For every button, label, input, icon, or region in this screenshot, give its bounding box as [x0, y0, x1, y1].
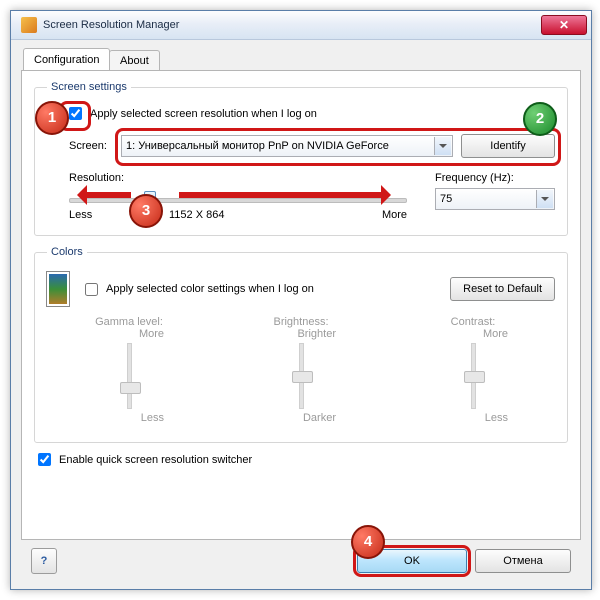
cancel-button[interactable]: Отмена — [475, 549, 571, 573]
screen-dropdown-value: 1: Универсальный монитор PnP on NVIDIA G… — [126, 140, 389, 152]
colors-legend: Colors — [47, 246, 87, 258]
brightness-slider: Brightness: Brighter Darker — [266, 316, 336, 424]
resolution-value: 1152 X 864 — [169, 209, 224, 221]
screen-dropdown[interactable]: 1: Универсальный монитор PnP on NVIDIA G… — [121, 135, 453, 157]
tab-panel: Screen settings Apply selected screen re… — [21, 70, 581, 540]
frequency-value: 75 — [440, 193, 452, 205]
annotation-2: 2 — [523, 102, 557, 136]
colors-group: Colors Apply selected color settings whe… — [34, 246, 568, 443]
reset-default-button[interactable]: Reset to Default — [450, 277, 555, 301]
tabstrip: Configuration About — [21, 48, 581, 70]
slider-more: More — [382, 209, 407, 221]
annotation-3: 3 — [129, 194, 163, 228]
gamma-slider: Gamma level: More Less — [94, 316, 164, 424]
slider-less: Less — [69, 209, 92, 221]
screen-settings-group: Screen settings Apply selected screen re… — [34, 81, 568, 236]
frequency-label: Frequency (Hz): — [435, 172, 555, 184]
screen-label: Screen: — [69, 140, 113, 152]
tab-configuration[interactable]: Configuration — [23, 48, 110, 70]
identify-button[interactable]: Identify — [461, 134, 555, 158]
tab-about[interactable]: About — [109, 50, 160, 70]
resolution-label: Resolution: — [69, 172, 427, 184]
window-title: Screen Resolution Manager — [43, 19, 541, 31]
chevron-down-icon — [434, 137, 451, 155]
screen-settings-legend: Screen settings — [47, 81, 131, 93]
frequency-dropdown[interactable]: 75 — [435, 188, 555, 210]
annotation-4: 4 — [351, 525, 385, 559]
chevron-down-icon — [536, 190, 553, 208]
apply-resolution-label: Apply selected screen resolution when I … — [90, 108, 317, 120]
dialog-footer: ? 4 OK Отмена — [21, 540, 581, 582]
resolution-slider[interactable] — [69, 198, 407, 203]
quick-switcher-checkbox[interactable] — [38, 453, 51, 466]
apply-resolution-checkbox[interactable] — [69, 107, 82, 120]
titlebar: Screen Resolution Manager ✕ — [11, 11, 591, 40]
apply-colors-label: Apply selected color settings when I log… — [106, 283, 314, 295]
quick-switcher-label: Enable quick screen resolution switcher — [59, 454, 252, 466]
app-icon — [21, 17, 37, 33]
annotation-1: 1 — [35, 101, 69, 135]
help-button[interactable]: ? — [31, 548, 57, 574]
color-icon — [47, 272, 69, 306]
window: Screen Resolution Manager ✕ Configuratio… — [10, 10, 592, 590]
close-button[interactable]: ✕ — [541, 15, 587, 35]
apply-colors-checkbox[interactable] — [85, 283, 98, 296]
contrast-slider: Contrast: More Less — [438, 316, 508, 424]
